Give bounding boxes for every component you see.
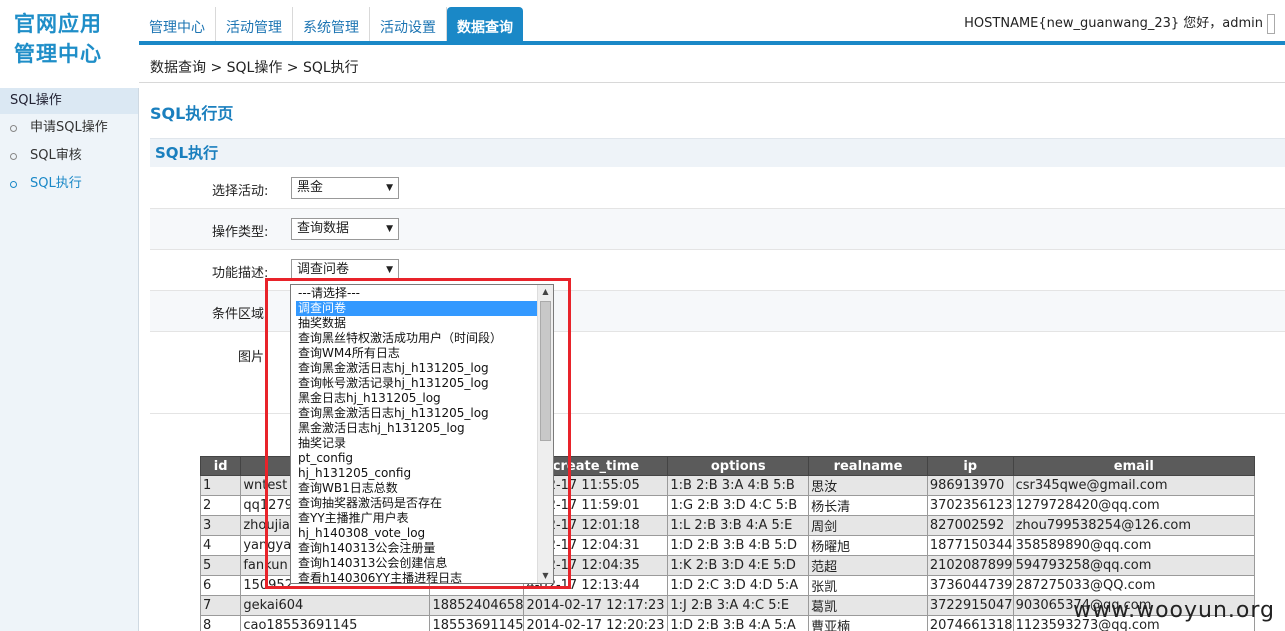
table-cell: 8	[199, 615, 242, 631]
sidebar-item-sql-execute[interactable]: SQL执行	[0, 170, 138, 198]
condition-label: 条件区域	[212, 307, 265, 322]
sidebar-item-sql-review[interactable]: SQL审核	[0, 142, 138, 170]
table-cell: 18852404658	[429, 595, 525, 616]
table-cell: 18553691145	[429, 615, 525, 631]
table-cell: 827002592	[926, 515, 1014, 536]
table-cell: 5	[199, 555, 242, 576]
nav-tab-system-manage[interactable]: 系统管理	[293, 7, 370, 41]
table-cell: gekai604	[240, 595, 431, 616]
logout-button[interactable]	[1267, 13, 1275, 34]
user-greeting: HOSTNAME{new_guanwang_23} 您好，admin	[964, 12, 1275, 34]
app-logo: 官网应用 管理中心	[0, 0, 139, 88]
table-cell: 杨曜旭	[808, 535, 928, 556]
section-title: SQL执行	[150, 138, 1285, 167]
table-cell: 2074661318	[926, 615, 1014, 631]
watermark: www.wooyun.org	[1073, 598, 1275, 623]
table-cell: 1:D 2:B 3:B 4:B 5:D	[667, 535, 810, 556]
table-cell: 3722915047	[926, 595, 1014, 616]
table-cell: 358589890@qq.com	[1012, 535, 1256, 556]
col-header: email	[1012, 456, 1256, 476]
optype-select-value: 查询数据	[297, 221, 350, 236]
table-cell: 范超	[808, 555, 928, 576]
table-cell: csr345qwe@gmail.com	[1012, 475, 1256, 496]
table-cell: 3702356123	[926, 495, 1014, 516]
table-cell: 2014-02-17 12:17:23	[523, 595, 669, 616]
nav-tab-admin-center[interactable]: 管理中心	[139, 7, 216, 41]
table-cell: 1:L 2:B 3:B 4:A 5:E	[667, 515, 810, 536]
table-cell: 986913970	[926, 475, 1014, 496]
main-nav: 管理中心 活动管理 系统管理 活动设置 数据查询	[139, 7, 523, 41]
form-row-activity: 选择活动: 黑金 ▼	[150, 168, 1285, 209]
nav-tab-data-query[interactable]: 数据查询	[447, 7, 523, 41]
table-cell: 1279728420@qq.com	[1012, 495, 1256, 516]
table-cell: 1:D 2:C 3:D 4:D 5:A	[667, 575, 810, 596]
sidebar-item-apply-sql[interactable]: 申请SQL操作	[0, 114, 138, 142]
table-cell: 3	[199, 515, 242, 536]
table-cell: 张凯	[808, 575, 928, 596]
table-cell: 7	[199, 595, 242, 616]
highlight-annotation-box	[265, 278, 571, 589]
logo-line-1: 官网应用	[14, 11, 102, 36]
table-cell: 1:D 2:B 3:B 4:A 5:A	[667, 615, 810, 631]
desc-select-value: 调查问卷	[297, 262, 350, 277]
nav-tab-activity-settings[interactable]: 活动设置	[370, 7, 447, 41]
chevron-down-icon: ▼	[386, 224, 393, 234]
table-cell: 1877150344	[926, 535, 1014, 556]
table-cell: 思汝	[808, 475, 928, 496]
activity-select[interactable]: 黑金 ▼	[291, 177, 399, 199]
page-title: SQL执行页	[150, 104, 234, 123]
table-cell: 2	[199, 495, 242, 516]
table-cell: 1:B 2:B 3:A 4:B 5:B	[667, 475, 810, 496]
nav-tab-activity-manage[interactable]: 活动管理	[216, 7, 293, 41]
top-bar: 管理中心 活动管理 系统管理 活动设置 数据查询 HOSTNAME{new_gu…	[139, 0, 1285, 45]
table-cell: 6	[199, 575, 242, 596]
table-cell: 1:J 2:B 3:A 4:C 5:E	[667, 595, 810, 616]
table-cell: 594793258@qq.com	[1012, 555, 1256, 576]
col-header: ip	[926, 456, 1014, 476]
table-cell: 杨长清	[808, 495, 928, 516]
table-cell: 287275033@QQ.com	[1012, 575, 1256, 596]
desc-label: 功能描述:	[212, 266, 269, 281]
col-header: options	[667, 456, 810, 476]
table-cell: 1:K 2:B 3:D 4:E 5:D	[667, 555, 810, 576]
table-cell: 2102087899	[926, 555, 1014, 576]
sidebar-head-sql[interactable]: SQL操作	[0, 88, 138, 114]
logo-line-2: 管理中心	[14, 41, 102, 66]
form-row-optype: 操作类型: 查询数据 ▼	[150, 209, 1285, 250]
sidebar: SQL操作 申请SQL操作 SQL审核 SQL执行	[0, 88, 139, 631]
chevron-down-icon: ▼	[386, 265, 393, 275]
col-header: realname	[808, 456, 928, 476]
optype-label: 操作类型:	[212, 225, 269, 240]
table-cell: zhou799538254@126.com	[1012, 515, 1256, 536]
activity-label: 选择活动:	[212, 184, 269, 199]
table-cell: cao18553691145	[240, 615, 431, 631]
table-cell: 曹亚楠	[808, 615, 928, 631]
table-cell: 1:G 2:B 3:D 4:C 5:B	[667, 495, 810, 516]
table-cell: 4	[199, 535, 242, 556]
optype-select[interactable]: 查询数据 ▼	[291, 218, 399, 240]
table-cell: 1	[199, 475, 242, 496]
table-cell: 2014-02-17 12:20:23	[523, 615, 669, 631]
greeting-text: HOSTNAME{new_guanwang_23} 您好，admin	[964, 16, 1263, 31]
table-cell: 3736044739	[926, 575, 1014, 596]
table-cell: 周剑	[808, 515, 928, 536]
table-cell: 葛凯	[808, 595, 928, 616]
col-header: id	[199, 456, 242, 476]
breadcrumb: 数据查询 > SQL操作 > SQL执行	[139, 49, 1285, 83]
image-label: 图片	[238, 350, 265, 365]
activity-select-value: 黑金	[297, 180, 324, 195]
chevron-down-icon: ▼	[386, 183, 393, 193]
